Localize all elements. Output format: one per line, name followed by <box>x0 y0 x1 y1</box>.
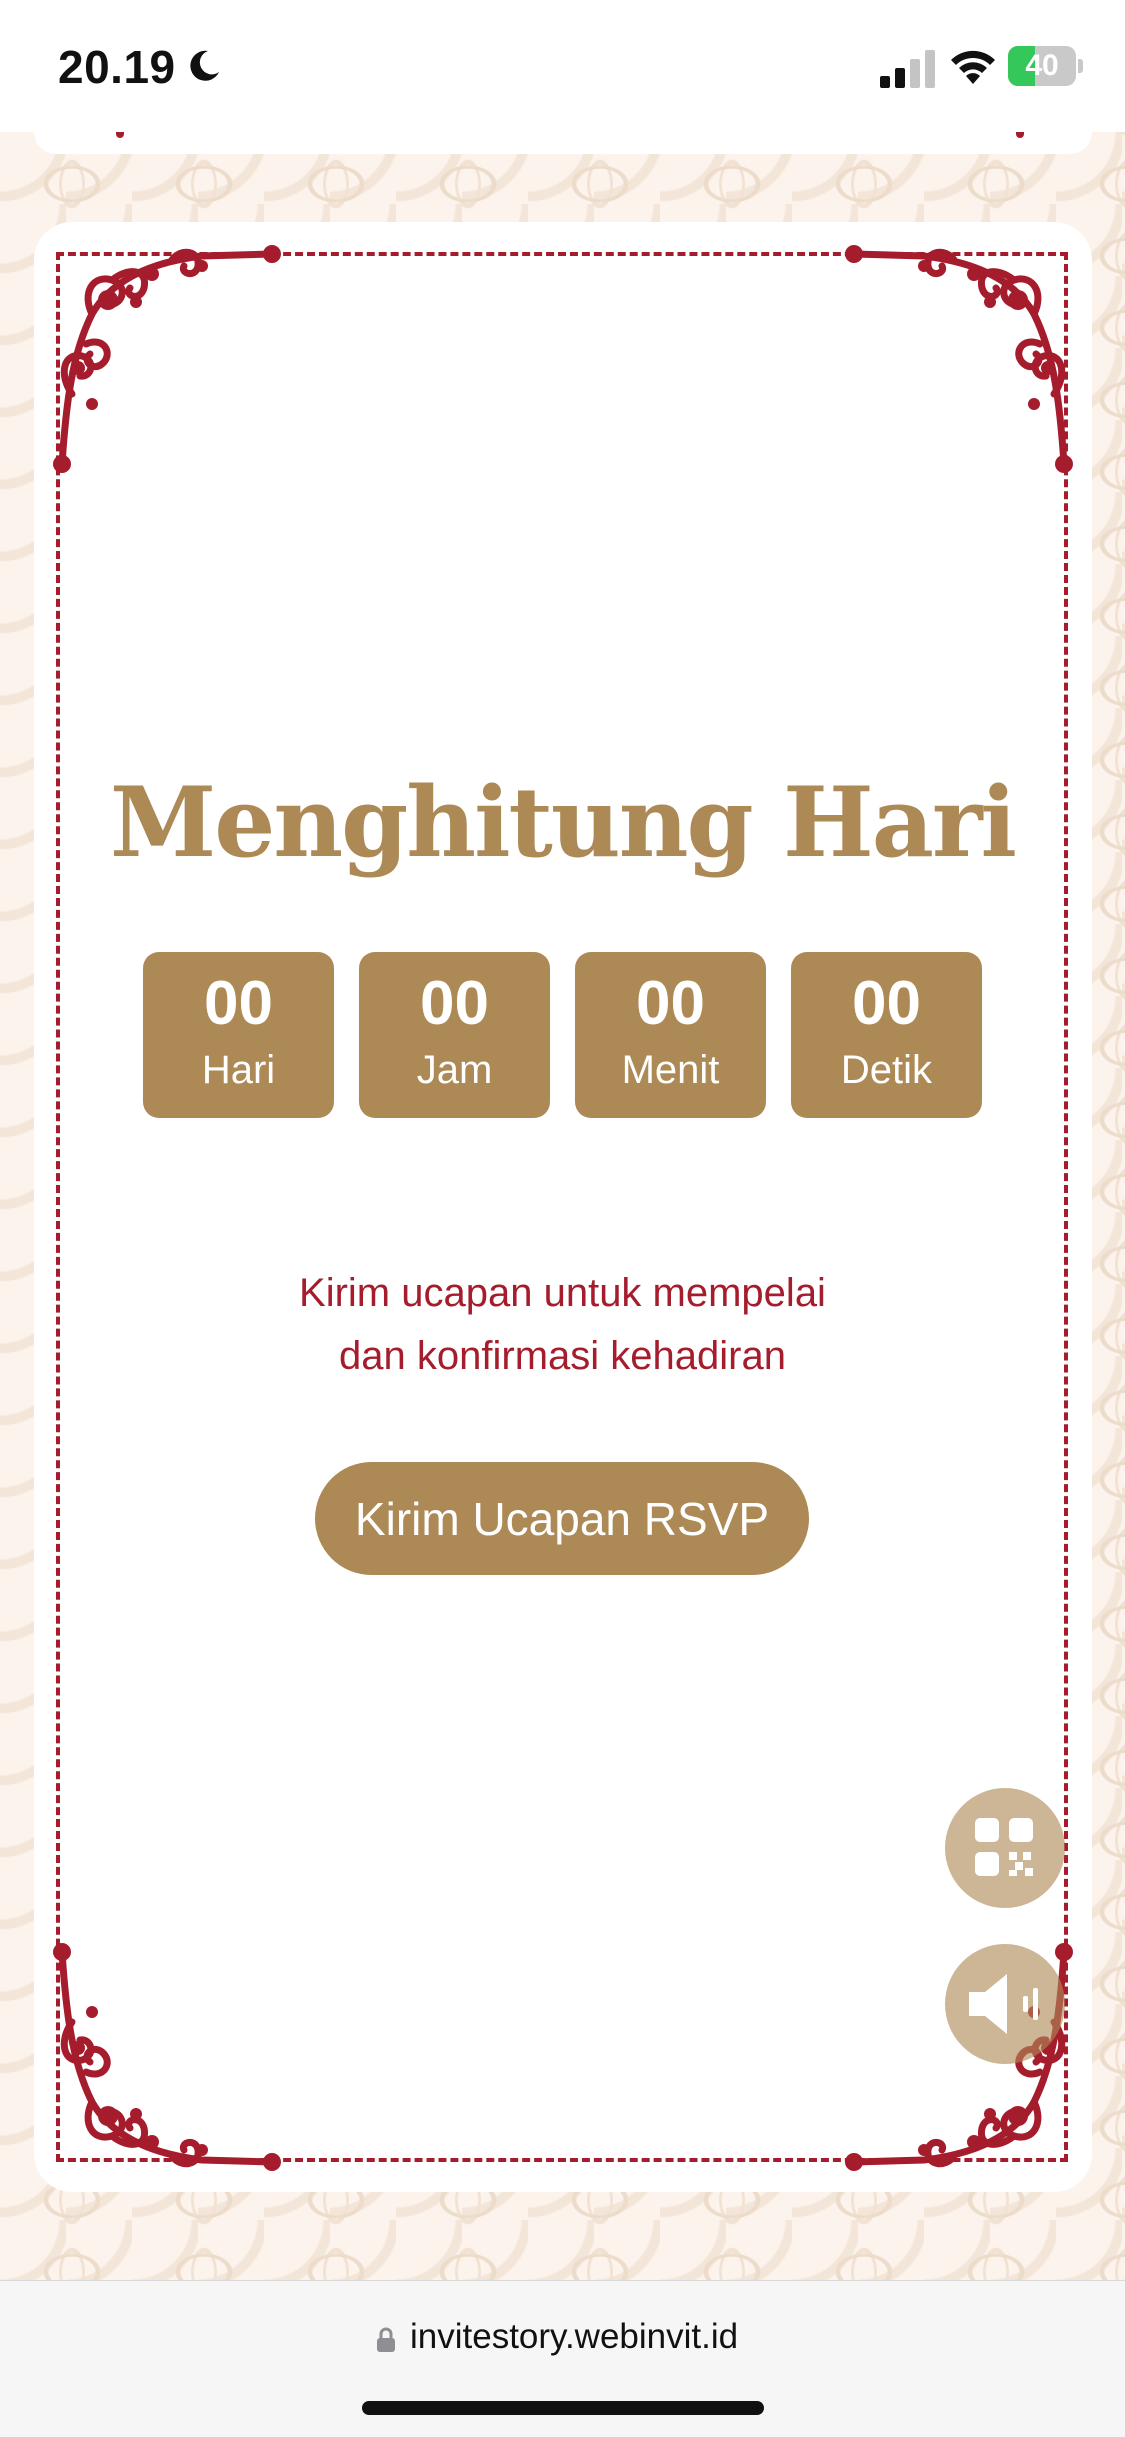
countdown-minutes-label: Menit <box>621 1048 720 1092</box>
countdown-seconds: 00 Detik <box>791 952 982 1118</box>
rsvp-message-line-2: dan konfirmasi kehadiran <box>339 1334 786 1378</box>
qr-code-icon <box>975 1818 1033 1876</box>
send-rsvp-button[interactable]: Kirim Ucapan RSVP <box>315 1462 809 1575</box>
moon-icon <box>190 50 219 81</box>
wifi-icon <box>951 50 995 84</box>
home-indicator[interactable] <box>362 2401 764 2415</box>
music-toggle-button[interactable] <box>945 1944 1065 2064</box>
status-bar: 20.19 40 <box>0 0 1125 132</box>
rsvp-message-line-1: Kirim ucapan untuk mempelai <box>299 1271 826 1315</box>
countdown-seconds-value: 00 <box>852 969 921 1038</box>
dashed-border-frame <box>56 252 1068 2162</box>
browser-url: invitestory.webinvit.id <box>410 2317 739 2356</box>
corner-ornament-top-left <box>53 245 281 473</box>
signal-icon <box>880 50 935 88</box>
countdown-days: 00 Hari <box>143 952 334 1118</box>
speaker-icon <box>969 1974 1038 2034</box>
corner-ornament-bottom-left <box>53 1943 281 2171</box>
lock-icon <box>377 2327 395 2352</box>
countdown-minutes-value: 00 <box>636 969 705 1038</box>
countdown-days-value: 00 <box>204 969 273 1038</box>
previous-section-edge <box>34 132 1092 154</box>
battery-level: 40 <box>1025 49 1059 82</box>
countdown-minutes: 00 Menit <box>575 952 766 1118</box>
countdown-seconds-label: Detik <box>840 1048 933 1092</box>
countdown-hours-label: Jam <box>416 1048 493 1092</box>
qr-code-button[interactable] <box>945 1788 1065 1908</box>
status-time: 20.19 <box>58 41 176 93</box>
countdown-hours: 00 Jam <box>359 952 550 1118</box>
battery-charging-icon: 40 <box>1008 46 1083 86</box>
rsvp-message: Kirim ucapan untuk mempelai dan konfirma… <box>0 1262 1125 1388</box>
browser-address-bar[interactable]: invitestory.webinvit.id <box>0 2280 1125 2437</box>
countdown-title: Menghitung Hari <box>110 766 1017 879</box>
countdown-hours-value: 00 <box>420 969 489 1038</box>
countdown-days-label: Hari <box>201 1048 276 1092</box>
corner-ornament-top-right <box>845 245 1073 473</box>
countdown-timer: 00 Hari 00 Jam 00 Menit 00 Detik <box>143 952 983 1118</box>
